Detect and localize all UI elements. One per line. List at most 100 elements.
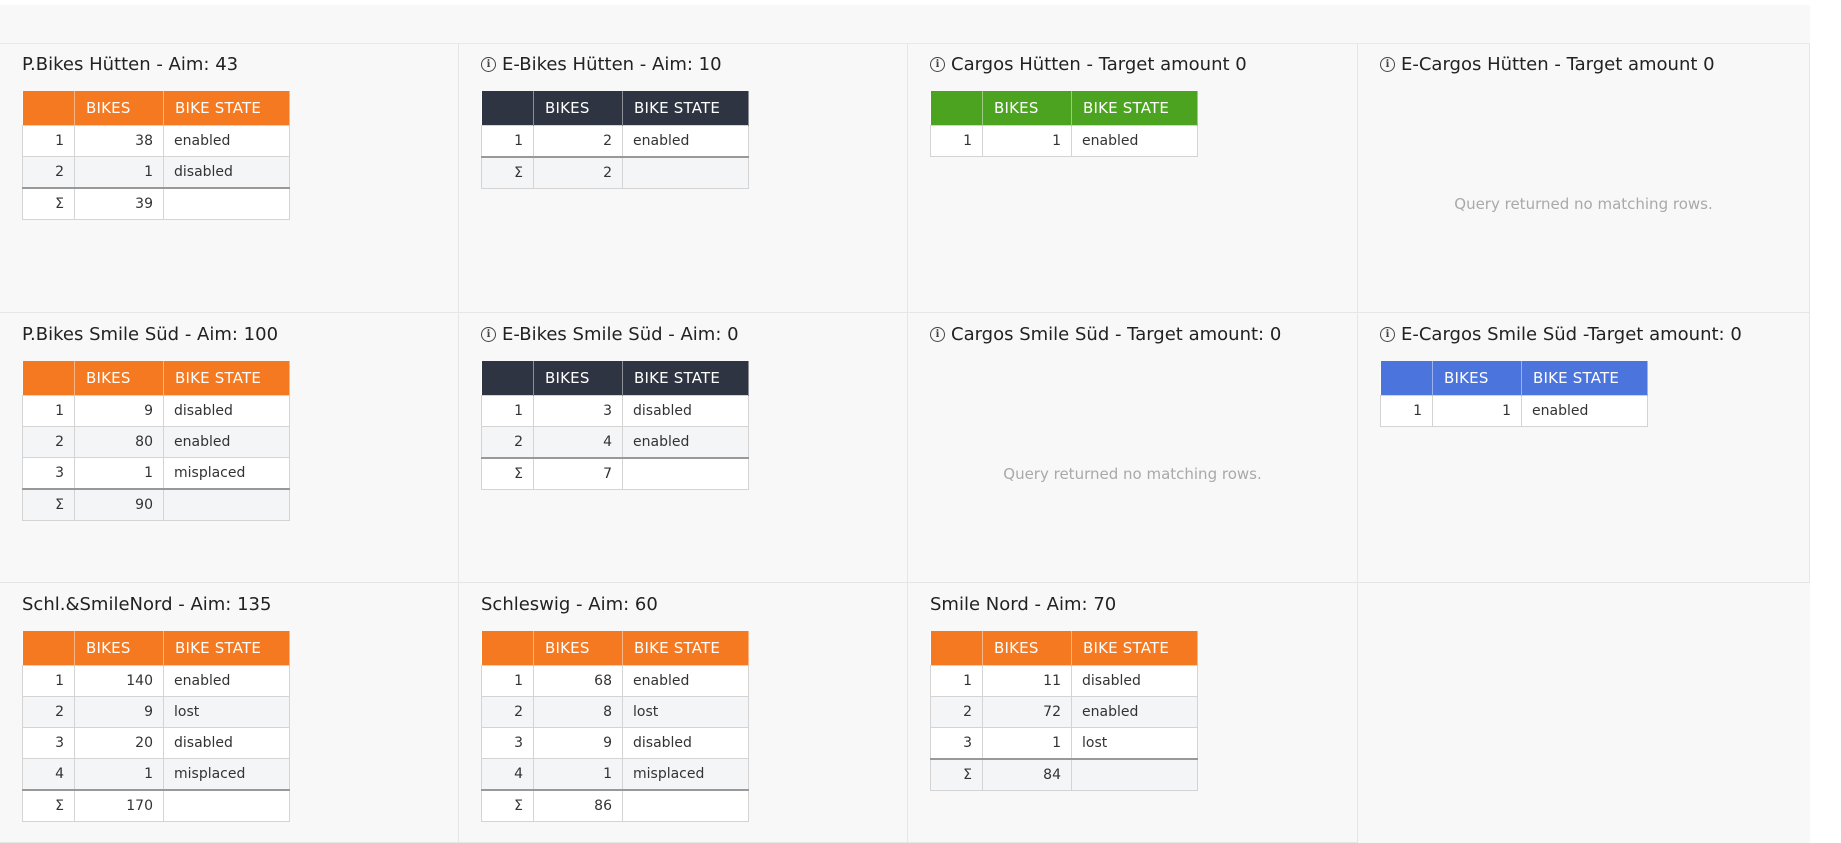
- table-row: 1 140 enabled: [22, 665, 290, 697]
- column-header-bikes[interactable]: BIKES: [74, 631, 164, 666]
- column-header-bikes[interactable]: BIKES: [1432, 361, 1522, 396]
- result-table: BIKES BIKE STATE 1 11 disabled 2 72 enabled 3 1 lo…: [930, 631, 1198, 791]
- bikes-total-cell: 170: [74, 789, 164, 822]
- column-header-bike-state[interactable]: BIKE STATE: [1071, 631, 1198, 666]
- bikes-cell: 4: [533, 426, 623, 459]
- column-header-bikes[interactable]: BIKES: [533, 91, 623, 126]
- bikes-cell: 9: [74, 696, 164, 728]
- bike-state-cell: misplaced: [163, 758, 290, 791]
- table-row: 4 1 misplaced: [22, 758, 290, 791]
- totals-row: Σ2: [481, 156, 749, 189]
- row-index-cell: 2: [22, 156, 75, 189]
- dashboard-panel[interactable]: P.Bikes Hütten - Aim: 43 BIKES BIKE STATE 1…: [0, 43, 459, 313]
- info-icon[interactable]: i: [930, 327, 945, 342]
- column-header-bike-state[interactable]: BIKE STATE: [163, 361, 290, 396]
- dashboard-panel[interactable]: i Cargos Smile Süd - Target amount: 0 Quer…: [908, 313, 1358, 583]
- column-header-bike-state[interactable]: BIKE STATE: [622, 631, 749, 666]
- info-icon[interactable]: i: [481, 57, 496, 72]
- bikes-cell: 140: [74, 665, 164, 697]
- empty-total-cell: [163, 789, 290, 822]
- table-row: 3 9 disabled: [481, 727, 749, 759]
- column-header-bike-state[interactable]: BIKE STATE: [163, 91, 290, 126]
- bike-state-cell: disabled: [622, 727, 749, 759]
- bikes-total-cell: 86: [533, 789, 623, 822]
- empty-total-cell: [622, 789, 749, 822]
- bikes-cell: 8: [533, 696, 623, 728]
- result-table: BIKES BIKE STATE 1 2 enabled Σ 2: [481, 91, 749, 189]
- empty-total-cell: [622, 156, 749, 189]
- panel-title: i E-Cargos Hütten - Target amount 0: [1380, 54, 1715, 75]
- column-header-bikes[interactable]: BIKES: [533, 631, 623, 666]
- info-icon[interactable]: i: [930, 57, 945, 72]
- row-index-cell: 1: [481, 665, 534, 697]
- panel-title: Schl.&SmileNord - Aim: 135: [22, 594, 271, 615]
- info-icon[interactable]: i: [1380, 327, 1395, 342]
- panel-title: P.Bikes Hütten - Aim: 43: [22, 54, 238, 75]
- column-header-bikes[interactable]: BIKES: [533, 361, 623, 396]
- bike-state-cell: disabled: [163, 727, 290, 759]
- totals-row: Σ 86: [481, 789, 749, 822]
- bike-state-cell: misplaced: [163, 457, 290, 490]
- info-icon[interactable]: i: [481, 327, 496, 342]
- column-header-index[interactable]: [481, 361, 534, 396]
- empty-result-message: Query returned no matching rows.: [1454, 195, 1713, 213]
- dashboard-panel[interactable]: P.Bikes Smile Süd - Aim: 100 BIKES BIKE ST…: [0, 313, 459, 583]
- column-header-bike-state[interactable]: BIKE STATE: [163, 631, 290, 666]
- bikes-total-cell: 2: [533, 156, 623, 189]
- dashboard-panel[interactable]: Schl.&SmileNord - Aim: 135 BIKES BIKE STAT…: [0, 583, 459, 843]
- column-header-bike-state[interactable]: BIKE STATE: [622, 361, 749, 396]
- panel-title-text: E-Bikes Smile Süd - Aim: 0: [502, 324, 739, 345]
- column-header-index[interactable]: [22, 361, 75, 396]
- row-index-cell: 1: [481, 395, 534, 427]
- empty-total-cell: [1071, 758, 1198, 791]
- column-header-bikes[interactable]: BIKES: [74, 91, 164, 126]
- table-header-row: BIKES BIKE STATE: [22, 361, 290, 396]
- column-header-bike-state[interactable]: BIKE STATE: [622, 91, 749, 126]
- column-header-bikes[interactable]: BIKES: [982, 91, 1072, 126]
- column-header-index[interactable]: [22, 91, 75, 126]
- row-index-cell: 1: [481, 125, 534, 158]
- sum-symbol-cell: Σ: [22, 187, 75, 220]
- column-header-index[interactable]: [22, 631, 75, 666]
- dashboard-panel[interactable]: Schleswig - Aim: 60 BIKES BIKE STATE 1 68 ena…: [459, 583, 908, 843]
- dashboard-panel[interactable]: i Cargos Hütten - Target amount 0 BIKES BIK…: [908, 43, 1358, 313]
- column-header-index[interactable]: [481, 631, 534, 666]
- dashboard-panel[interactable]: Smile Nord - Aim: 70 BIKES BIKE STATE 1 11 di…: [908, 583, 1358, 843]
- column-header-index[interactable]: [481, 91, 534, 126]
- dashboard-panel[interactable]: i E-Cargos Smile Süd -Target amount: 0 BIK…: [1358, 313, 1810, 583]
- column-header-index[interactable]: [930, 91, 983, 126]
- info-icon[interactable]: i: [1380, 57, 1395, 72]
- panel-title: Smile Nord - Aim: 70: [930, 594, 1116, 615]
- column-header-bikes[interactable]: BIKES: [74, 361, 164, 396]
- panel-title-text: E-Bikes Hütten - Aim: 10: [502, 54, 722, 75]
- bike-state-cell: enabled: [622, 426, 749, 459]
- column-header-index[interactable]: [930, 631, 983, 666]
- sum-symbol-cell: Σ: [22, 488, 75, 521]
- dashboard-panel[interactable]: i E-Cargos Hütten - Target amount 0 Query …: [1358, 43, 1810, 313]
- bike-state-cell: disabled: [163, 395, 290, 427]
- sum-symbol-cell: Σ: [930, 758, 983, 791]
- row-index-cell: 3: [481, 727, 534, 759]
- column-header-bikes[interactable]: BIKES: [982, 631, 1072, 666]
- row-index-cell: 2: [481, 696, 534, 728]
- panel-title-text: Cargos Smile Süd - Target amount: 0: [951, 324, 1282, 345]
- totals-row: Σ 39: [22, 187, 290, 220]
- bikes-total-cell: 90: [74, 488, 164, 521]
- panel-title: i E-Bikes Smile Süd - Aim: 0: [481, 324, 739, 345]
- column-header-bike-state[interactable]: BIKE STATE: [1521, 361, 1648, 396]
- bike-state-cell: enabled: [622, 125, 749, 158]
- dashboard-panel[interactable]: i E-Bikes Hütten - Aim: 10 BIKES BIKE STATE…: [459, 43, 908, 313]
- table-row: 2 4 enabled: [481, 426, 749, 459]
- dashboard-grid: P.Bikes Hütten - Aim: 43 BIKES BIKE STATE 1…: [0, 5, 1810, 843]
- table-row: 2 8 lost: [481, 696, 749, 728]
- empty-result-message: Query returned no matching rows.: [1003, 465, 1262, 483]
- column-header-index[interactable]: [1380, 361, 1433, 396]
- bikes-cell: 72: [982, 696, 1072, 728]
- dashboard-panel[interactable]: i E-Bikes Smile Süd - Aim: 0 BIKES BIKE STA…: [459, 313, 908, 583]
- column-header-bike-state[interactable]: BIKE STATE: [1071, 91, 1198, 126]
- table-header-row: BIKES BIKE STATE: [481, 631, 749, 666]
- empty-total-cell: [163, 488, 290, 521]
- dashboard-top-strip: [0, 5, 1810, 44]
- bike-state-cell: disabled: [1071, 665, 1198, 697]
- bikes-cell: 1: [1432, 395, 1522, 427]
